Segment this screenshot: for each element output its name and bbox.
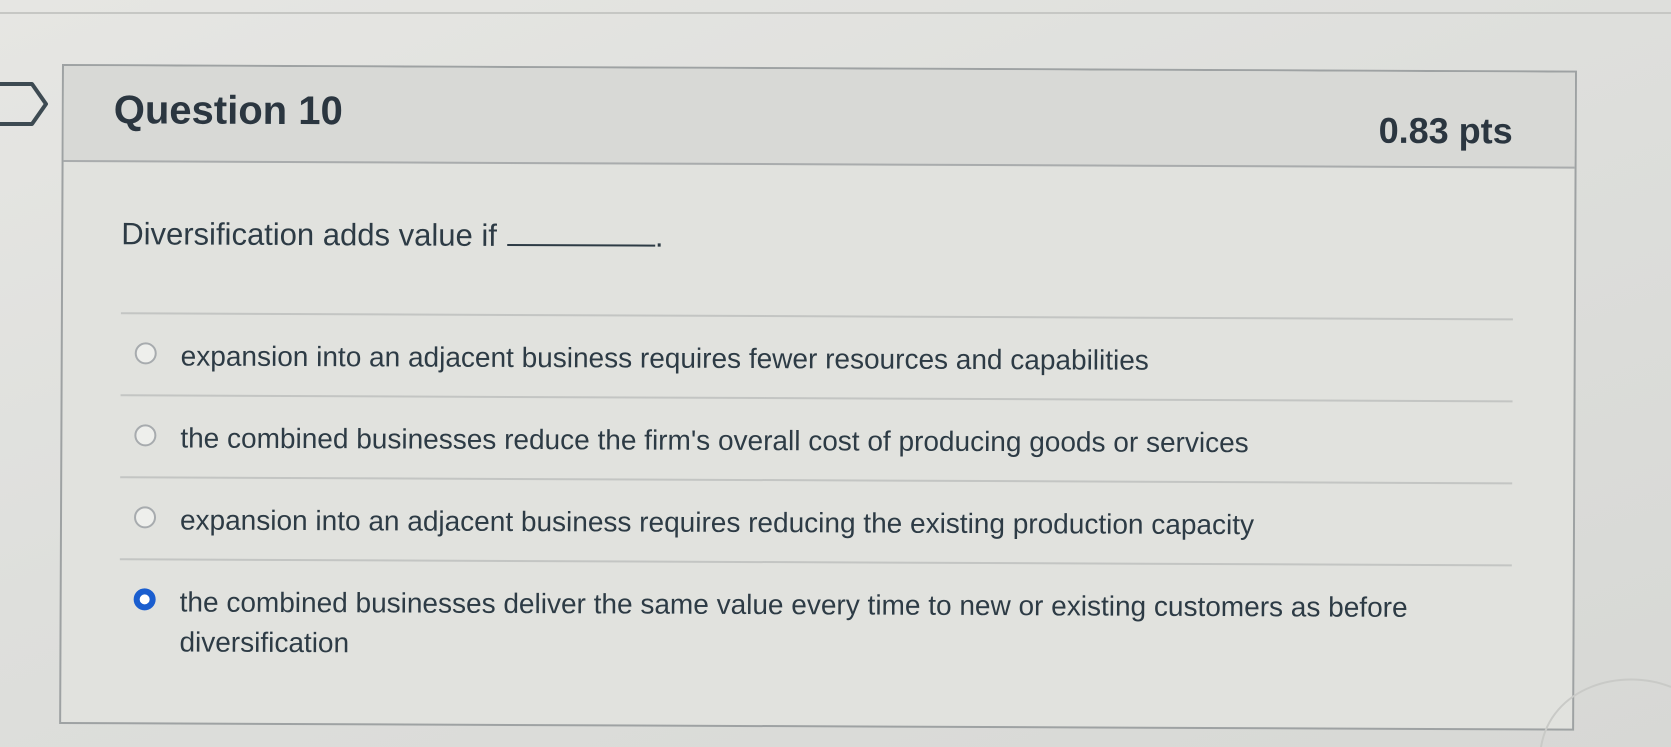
fill-in-blank	[506, 217, 655, 247]
radio-button[interactable]	[133, 506, 157, 529]
question-title: Question 10	[113, 88, 343, 134]
answer-option-3[interactable]: expansion into an adjacent business requ…	[120, 478, 1512, 564]
top-rule	[0, 12, 1671, 14]
answer-option-1[interactable]: expansion into an adjacent business requ…	[121, 314, 1513, 400]
prompt-text: Diversification adds value if	[121, 216, 497, 253]
radio-button[interactable]	[134, 424, 157, 447]
question-card: Question 10 0.83 pts Diversification add…	[59, 64, 1577, 731]
answer-label: expansion into an adjacent business requ…	[179, 504, 1255, 541]
flag-question-icon[interactable]	[0, 82, 48, 126]
prompt-end: .	[654, 218, 664, 254]
question-prompt: Diversification adds value if.	[121, 216, 663, 254]
answer-label: the combined businesses reduce the firm'…	[180, 422, 1249, 459]
decorative-arc	[1540, 678, 1671, 747]
quiz-page: Question 10 0.83 pts Diversification add…	[0, 0, 1671, 747]
radio-button-selected[interactable]	[133, 588, 156, 611]
answer-list: expansion into an adjacent business requ…	[119, 312, 1513, 686]
answer-option-2[interactable]: the combined businesses reduce the firm'…	[120, 396, 1512, 482]
answer-label: the combined businesses deliver the same…	[179, 586, 1408, 659]
question-header: Question 10 0.83 pts	[63, 66, 1575, 169]
answer-option-4[interactable]: the combined businesses deliver the same…	[119, 560, 1512, 686]
answer-label: expansion into an adjacent business requ…	[180, 340, 1149, 376]
question-points: 0.83 pts	[1378, 109, 1513, 152]
radio-button[interactable]	[134, 342, 157, 365]
